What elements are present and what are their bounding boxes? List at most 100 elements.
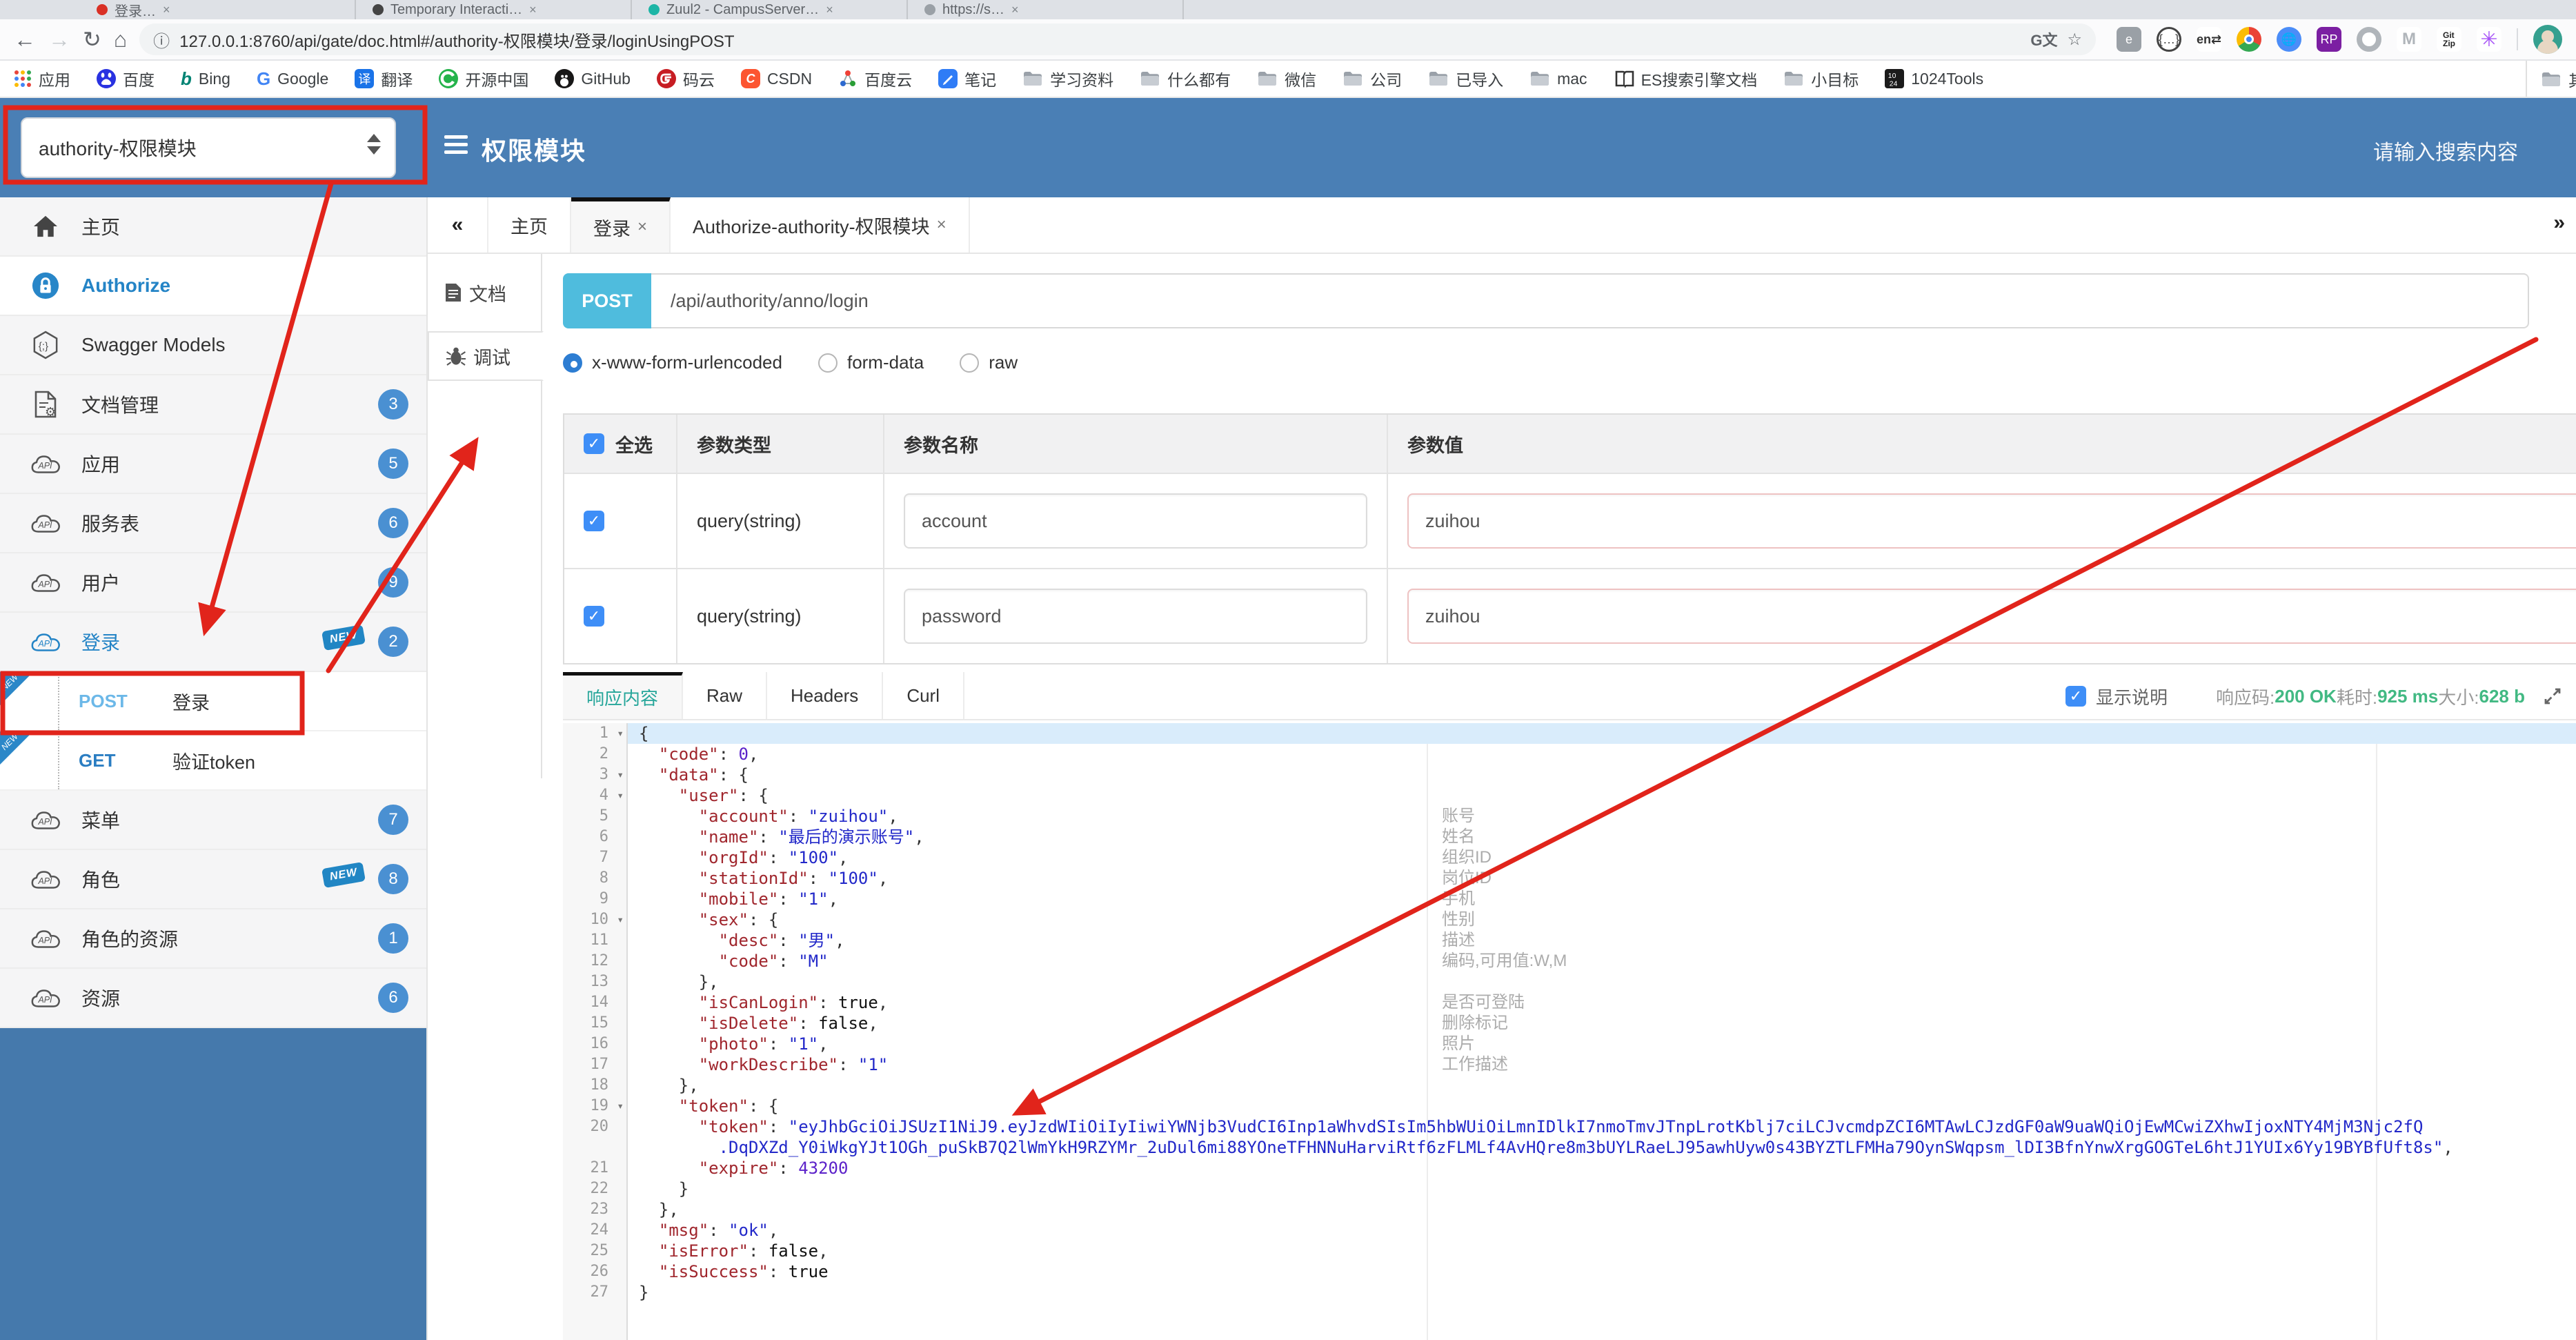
select-all-checkbox[interactable]: ✓ — [584, 433, 604, 454]
sidebar-api-get-验证token[interactable]: NEW GET 验证token — [0, 731, 426, 791]
bookmark-overflow[interactable]: 其 — [2526, 61, 2576, 97]
bookmark-item[interactable]: 百度 — [97, 67, 155, 90]
row-checkbox[interactable]: ✓ — [584, 511, 604, 531]
radio-icon[interactable] — [818, 353, 838, 373]
fold-arrow-icon[interactable]: ▾ — [617, 785, 624, 806]
sidebar-item-服务表[interactable]: API 服务表 6 — [0, 494, 426, 553]
nav-调试[interactable]: 调试 — [428, 331, 544, 381]
bookmark-item[interactable]: 笔记 — [938, 67, 996, 90]
menu-hamburger-icon[interactable] — [444, 135, 468, 158]
bookmark-item[interactable]: mac — [1529, 70, 1587, 88]
translate-icon[interactable]: G文 — [2030, 28, 2057, 50]
bookmark-item[interactable]: GitHub — [555, 69, 631, 88]
bookmark-item[interactable]: 微信 — [1257, 67, 1316, 90]
radio-icon[interactable] — [960, 353, 980, 373]
header-search-input[interactable]: 请输入搜索内容 — [2373, 135, 2518, 166]
fold-arrow-icon[interactable]: ▾ — [617, 1096, 624, 1116]
bookmark-item[interactable]: 学习资料 — [1022, 67, 1113, 90]
bookmark-item[interactable]: 小目标 — [1783, 67, 1859, 90]
request-path-input[interactable]: /api/authority/anno/login — [651, 273, 2529, 328]
sidebar-item-Authorize[interactable]: Authorize — [0, 257, 426, 316]
bookmark-item[interactable]: 公司 — [1343, 67, 1402, 90]
browser-tab[interactable]: Temporary Interacti… × — [356, 0, 632, 19]
response-tab-响应内容[interactable]: 响应内容 — [563, 672, 684, 719]
param-value-input[interactable]: zuihou — [1407, 493, 2576, 549]
param-name-input[interactable]: password — [904, 589, 1367, 644]
param-value-input[interactable]: zuihou — [1407, 589, 2576, 644]
bookmark-item[interactable]: 开源中国 — [439, 67, 528, 90]
back-icon[interactable]: ← — [14, 28, 36, 50]
ext-rp-icon[interactable]: RP — [2317, 27, 2341, 52]
bookmark-item[interactable]: G Google — [257, 68, 328, 90]
bookmark-item[interactable]: 译翻译 — [355, 67, 413, 90]
content-tab-登录[interactable]: 登录 × — [571, 197, 671, 253]
sidebar-item-主页[interactable]: 主页 — [0, 197, 426, 257]
reload-icon[interactable]: ↻ — [83, 28, 101, 50]
ext-asterisk-icon[interactable]: ✳ — [2477, 27, 2501, 52]
tabs-expand-icon[interactable]: » — [2553, 211, 2565, 235]
param-name-input[interactable]: account — [904, 493, 1367, 549]
show-desc-checkbox[interactable]: ✓ — [2065, 686, 2086, 707]
bookmark-item[interactable]: 什么都有 — [1140, 67, 1231, 90]
module-select[interactable]: authority-权限模块 — [21, 117, 396, 178]
ext-ring-icon[interactable] — [2357, 27, 2381, 52]
ext-translate-icon[interactable]: en⇄ — [2197, 27, 2221, 52]
bookmark-item[interactable]: C CSDN — [740, 69, 812, 88]
sidebar-item-资源[interactable]: API 资源 6 — [0, 969, 426, 1028]
bookmark-item[interactable]: b Bing — [181, 68, 230, 90]
radio-x-www-form-urlencoded[interactable]: x-www-form-urlencoded — [563, 352, 782, 373]
bookmark-item[interactable]: 百度云 — [838, 67, 912, 90]
response-tab-Raw[interactable]: Raw — [683, 672, 768, 719]
sidebar-item-用户[interactable]: API 用户 9 — [0, 553, 426, 613]
fold-arrow-icon[interactable]: ▾ — [617, 723, 624, 744]
row-checkbox[interactable]: ✓ — [584, 606, 604, 627]
response-json-editor[interactable]: 1 ▾{2 "code": 0, 3 ▾ "data": {4 ▾ "user": {5… — [563, 723, 2576, 1340]
sidebar-item-Swagger Models[interactable]: {;} Swagger Models — [0, 316, 426, 375]
browser-tab[interactable]: https://s… × — [908, 0, 1184, 19]
nav-文档[interactable]: 文档 — [428, 270, 541, 315]
ext-globe-icon[interactable]: 🌐 — [2277, 27, 2301, 52]
tab-close-icon[interactable]: × — [1011, 3, 1019, 17]
url-text[interactable]: 127.0.0.1:8760/api/gate/doc.html#/author… — [179, 28, 734, 52]
tabs-collapse-icon[interactable]: « — [428, 197, 488, 253]
browser-tab[interactable]: Zuul2 - CampusServer… × — [632, 0, 908, 19]
bookmark-item[interactable]: 已导入 — [1428, 67, 1503, 90]
content-tab-Authorize-authority-权限模块[interactable]: Authorize-authority-权限模块 × — [671, 197, 970, 253]
page-info-icon[interactable]: ⓘ — [153, 28, 170, 52]
response-tab-Curl[interactable]: Curl — [883, 672, 964, 719]
browser-profile-avatar[interactable] — [2533, 25, 2562, 54]
tab-close-icon[interactable]: × — [529, 3, 537, 17]
tab-close-icon[interactable]: × — [163, 3, 170, 17]
ext-e-icon[interactable]: e — [2117, 27, 2141, 52]
ext-gitzip-icon[interactable]: Git Zip — [2437, 27, 2461, 52]
ext-chrome-icon[interactable] — [2237, 27, 2261, 52]
tab-close-icon[interactable]: × — [826, 3, 833, 17]
sidebar-item-文档管理[interactable]: ⚙ 文档管理 3 — [0, 375, 426, 435]
sidebar-item-菜单[interactable]: API 菜单 7 — [0, 791, 426, 850]
home-icon[interactable]: ⌂ — [114, 28, 127, 50]
tab-close-icon[interactable]: × — [637, 217, 647, 237]
radio-raw[interactable]: raw — [960, 352, 1018, 373]
bookmark-item[interactable]: 10 24 1024Tools — [1885, 69, 1983, 88]
response-tab-Headers[interactable]: Headers — [767, 672, 884, 719]
fold-arrow-icon[interactable]: ▾ — [617, 765, 624, 785]
fold-arrow-icon[interactable]: ▾ — [617, 909, 624, 930]
sidebar-item-应用[interactable]: API 应用 5 — [0, 435, 426, 494]
radio-form-data[interactable]: form-data — [818, 352, 924, 373]
sidebar-item-登录[interactable]: API 登录 NEW 2 — [0, 613, 426, 672]
sidebar-api-post-登录[interactable]: NEW POST 登录 — [0, 672, 426, 731]
bookmark-item[interactable]: 码云 — [656, 67, 715, 90]
ext-m-chevron-icon[interactable]: M — [2397, 27, 2421, 52]
sidebar-item-角色[interactable]: API 角色 NEW 8 — [0, 850, 426, 909]
bookmark-item[interactable]: ES搜索引擎文档 — [1614, 67, 1757, 90]
bookmark-star-icon[interactable]: ☆ — [2067, 30, 2082, 50]
bookmark-item[interactable]: 应用 — [14, 67, 70, 90]
browser-tab[interactable]: 登录… × — [80, 0, 356, 19]
ext-braces-icon[interactable]: {…} — [2157, 27, 2181, 52]
sidebar-item-角色的资源[interactable]: API 角色的资源 1 — [0, 909, 426, 969]
radio-icon[interactable] — [563, 353, 582, 373]
content-tab-主页[interactable]: 主页 — [488, 197, 571, 253]
tab-close-icon[interactable]: × — [937, 215, 947, 235]
forward-icon[interactable]: → — [48, 28, 70, 50]
address-bar[interactable]: ⓘ 127.0.0.1:8760/api/gate/doc.html#/auth… — [139, 23, 2096, 55]
